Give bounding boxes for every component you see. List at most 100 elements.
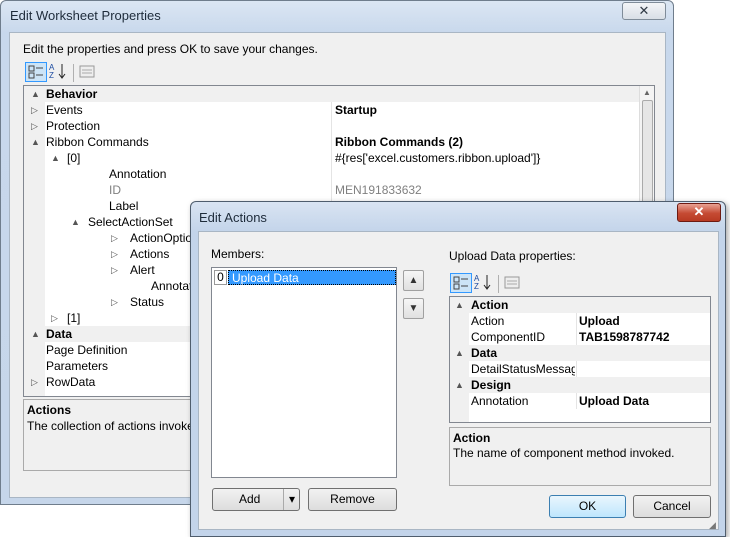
collapse-icon[interactable]: ▲ bbox=[71, 214, 80, 230]
property-value[interactable] bbox=[335, 118, 635, 134]
property-row[interactable]: ▲ [0] #{res['excel.customers.ribbon.upload… bbox=[24, 150, 639, 166]
property-value[interactable]: MEN191833632 bbox=[335, 182, 635, 198]
sort-az-icon: A Z bbox=[49, 63, 66, 80]
collapse-icon[interactable]: ▲ bbox=[455, 297, 464, 313]
toolbar-separator bbox=[498, 275, 499, 293]
svg-text:Z: Z bbox=[49, 71, 54, 80]
description-title: Action bbox=[453, 431, 491, 445]
collapse-icon[interactable]: ▲ bbox=[31, 86, 40, 102]
property-row[interactable]: DetailStatusMessage bbox=[450, 361, 710, 377]
expand-icon[interactable]: ▷ bbox=[111, 246, 118, 262]
property-value[interactable]: TAB1598787742 bbox=[579, 329, 709, 345]
description-title: Actions bbox=[27, 403, 72, 417]
add-label: Add bbox=[239, 492, 261, 506]
collapse-icon[interactable]: ▲ bbox=[31, 134, 40, 150]
remove-button[interactable]: Remove bbox=[308, 488, 397, 511]
instruction-text: Edit the properties and press OK to save… bbox=[23, 42, 318, 56]
category-row[interactable]: ▲ Behavior bbox=[24, 86, 639, 102]
action-property-grid: ▲ Action Action Upload ComponentID TAB1598787… bbox=[449, 296, 711, 423]
column-divider bbox=[331, 102, 332, 118]
move-down-button[interactable]: ▼ bbox=[403, 298, 424, 319]
property-value[interactable] bbox=[579, 361, 709, 377]
collapse-icon[interactable]: ▲ bbox=[51, 150, 60, 166]
expand-icon[interactable]: ▷ bbox=[111, 262, 118, 278]
property-name: Annotation bbox=[471, 394, 529, 408]
resize-grip-icon[interactable]: ◢ bbox=[709, 520, 716, 531]
dialog-client: Members: 0 Upload Data ▲ ▼ Add ▾ Remove … bbox=[198, 231, 719, 530]
add-button[interactable]: Add ▾ bbox=[212, 488, 300, 511]
edit-actions-dialog: Edit Actions ✕ Members: 0 Upload Data ▲ … bbox=[190, 201, 726, 537]
expand-icon[interactable]: ▷ bbox=[51, 310, 58, 326]
property-row[interactable]: Annotation Upload Data bbox=[450, 393, 710, 409]
property-name: ComponentID bbox=[471, 330, 546, 344]
property-value[interactable] bbox=[335, 166, 635, 182]
add-dropdown-arrow[interactable]: ▾ bbox=[283, 489, 300, 510]
column-divider bbox=[576, 361, 577, 377]
property-pages-button[interactable] bbox=[77, 62, 99, 82]
category-row[interactable]: ▲ Data bbox=[450, 345, 710, 361]
property-row[interactable]: Action Upload bbox=[450, 313, 710, 329]
collapse-icon[interactable]: ▲ bbox=[31, 326, 40, 342]
property-row[interactable]: ▷ Protection bbox=[24, 118, 639, 134]
alphabetical-view-button[interactable]: A Z bbox=[48, 62, 70, 82]
expand-icon[interactable]: ▷ bbox=[31, 118, 38, 134]
property-pages-button[interactable] bbox=[502, 273, 524, 293]
property-value[interactable]: Startup bbox=[335, 102, 635, 118]
property-name: Behavior bbox=[46, 87, 98, 101]
member-index: 0 bbox=[214, 270, 227, 285]
property-row[interactable]: Annotation bbox=[24, 166, 639, 182]
property-pages-icon bbox=[79, 65, 95, 78]
close-button[interactable]: ✕ bbox=[622, 2, 666, 20]
property-value[interactable]: Ribbon Commands (2) bbox=[335, 134, 635, 150]
property-name: Annotation bbox=[109, 167, 167, 181]
column-divider bbox=[331, 134, 332, 150]
alphabetical-view-button[interactable]: A Z bbox=[473, 273, 495, 293]
cancel-button[interactable]: Cancel bbox=[633, 495, 711, 518]
category-row[interactable]: ▲ Action bbox=[450, 297, 710, 313]
list-item[interactable]: 0 Upload Data bbox=[214, 270, 396, 285]
column-divider bbox=[576, 329, 577, 345]
property-name: Design bbox=[471, 378, 512, 392]
column-divider bbox=[331, 118, 332, 134]
toolbar-separator bbox=[73, 64, 74, 82]
property-name: Protection bbox=[46, 119, 101, 133]
property-name: Action bbox=[471, 298, 509, 312]
svg-text:Z: Z bbox=[474, 282, 479, 291]
property-name: Action bbox=[471, 314, 505, 328]
action-description-pane: Action The name of component method invo… bbox=[449, 427, 711, 486]
column-divider bbox=[331, 182, 332, 198]
property-row[interactable]: ▷ Events Startup bbox=[24, 102, 639, 118]
property-name: Events bbox=[46, 103, 83, 117]
dialog-close-button[interactable]: ✕ bbox=[677, 203, 721, 222]
dialog-title: Edit Actions bbox=[199, 210, 267, 225]
sort-az-icon: A Z bbox=[474, 274, 491, 291]
categorized-icon bbox=[453, 276, 468, 290]
description-text: The name of component method invoked. bbox=[453, 446, 675, 460]
category-row[interactable]: ▲ Design bbox=[450, 377, 710, 393]
property-row[interactable]: ComponentID TAB1598787742 bbox=[450, 329, 710, 345]
property-name: Ribbon Commands bbox=[46, 135, 149, 149]
collapse-icon[interactable]: ▲ bbox=[455, 345, 464, 361]
move-up-button[interactable]: ▲ bbox=[403, 270, 424, 291]
members-list[interactable]: 0 Upload Data bbox=[211, 267, 397, 478]
column-divider bbox=[331, 166, 332, 182]
collapse-icon[interactable]: ▲ bbox=[455, 377, 464, 393]
ok-button[interactable]: OK bbox=[549, 495, 626, 518]
property-row[interactable]: ▲ Ribbon Commands Ribbon Commands (2) bbox=[24, 134, 639, 150]
categorized-icon bbox=[28, 65, 43, 79]
property-name: ID bbox=[109, 183, 121, 197]
members-label: Members: bbox=[211, 247, 265, 261]
property-row[interactable]: ID MEN191833632 bbox=[24, 182, 639, 198]
properties-label: Upload Data properties: bbox=[449, 249, 576, 263]
expand-icon[interactable]: ▷ bbox=[111, 294, 118, 310]
property-value[interactable]: Upload bbox=[579, 313, 709, 329]
expand-icon[interactable]: ▷ bbox=[31, 374, 38, 390]
expand-icon[interactable]: ▷ bbox=[111, 230, 118, 246]
categorized-view-button[interactable] bbox=[25, 62, 47, 82]
expand-icon[interactable]: ▷ bbox=[31, 102, 38, 118]
property-name: [0] bbox=[67, 151, 81, 165]
property-value[interactable]: #{res['excel.customers.ribbon.upload']} bbox=[335, 150, 635, 166]
property-value[interactable]: Upload Data bbox=[579, 393, 709, 409]
categorized-view-button[interactable] bbox=[450, 273, 472, 293]
scroll-up-arrow[interactable]: ▲ bbox=[643, 88, 651, 97]
